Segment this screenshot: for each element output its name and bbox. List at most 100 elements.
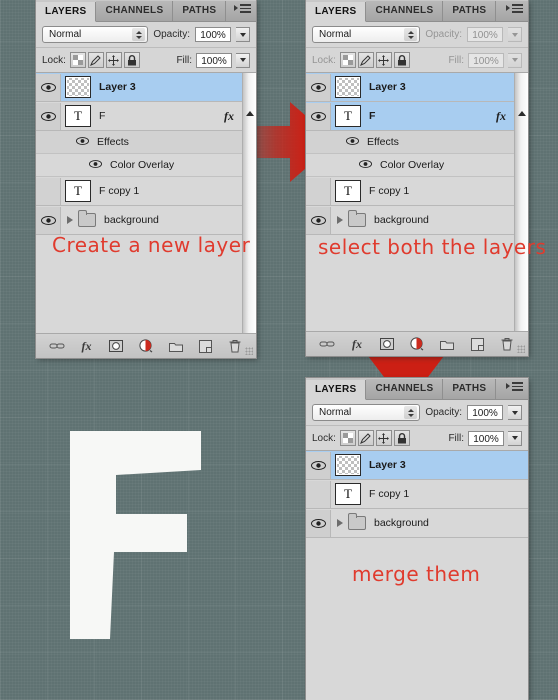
resize-grip[interactable] (517, 345, 525, 353)
eye-icon[interactable] (89, 159, 102, 171)
effects-label: Effects (367, 136, 399, 148)
tab-channels[interactable]: CHANNELS (96, 1, 174, 21)
eye-icon[interactable] (306, 206, 331, 234)
lock-all-icon[interactable] (123, 52, 140, 68)
layer-list[interactable]: Layer 3 T F fx Effects Color Overlay T F… (306, 73, 528, 331)
effects-group-row[interactable]: Effects (36, 131, 256, 154)
fill-input[interactable]: 100% (468, 52, 504, 68)
tab-paths[interactable]: PATHS (443, 379, 497, 399)
lock-position-icon[interactable] (375, 430, 392, 446)
layer-row-background[interactable]: background (306, 206, 528, 235)
lock-position-icon[interactable] (375, 52, 392, 68)
layer-mask-icon[interactable] (378, 335, 396, 353)
fill-dropdown-button[interactable] (236, 52, 250, 68)
new-layer-icon[interactable] (196, 337, 214, 355)
lock-all-icon[interactable] (393, 52, 410, 68)
tab-paths[interactable]: PATHS (443, 1, 497, 21)
layer-row-layer3[interactable]: Layer 3 (36, 73, 256, 102)
eye-icon[interactable] (359, 159, 372, 171)
eye-icon[interactable] (306, 102, 331, 130)
resize-grip[interactable] (245, 347, 253, 355)
fill-input[interactable]: 100% (196, 52, 232, 68)
disclosure-triangle-icon[interactable] (337, 519, 343, 527)
tab-layers[interactable]: LAYERS (306, 2, 367, 22)
lock-position-icon[interactable] (105, 52, 122, 68)
layer-row-fcopy1[interactable]: T F copy 1 (306, 480, 528, 509)
effect-row-color-overlay[interactable]: Color Overlay (306, 154, 528, 177)
blend-mode-select[interactable]: Normal (312, 404, 421, 421)
opacity-input[interactable]: 100% (467, 27, 503, 42)
delete-layer-icon[interactable] (226, 337, 244, 355)
eye-icon[interactable] (36, 206, 61, 234)
layers-panel-2[interactable]: LAYERS CHANNELS PATHS Normal Opacity: 10… (306, 0, 528, 356)
layers-panel-1[interactable]: LAYERS CHANNELS PATHS Normal Opacity: 10… (36, 0, 256, 358)
lock-transparency-icon[interactable] (339, 52, 356, 68)
eye-icon-hidden[interactable] (306, 177, 331, 205)
link-layers-icon[interactable] (318, 335, 336, 353)
layer-row-layer3[interactable]: Layer 3 (306, 451, 528, 480)
eye-icon[interactable] (306, 509, 331, 537)
delete-layer-icon[interactable] (498, 335, 516, 353)
lock-transparency-icon[interactable] (339, 430, 356, 446)
eye-icon[interactable] (36, 73, 61, 101)
layers-panel-3[interactable]: LAYERS CHANNELS PATHS Normal Opacity: 10… (306, 378, 528, 700)
layer-row-background[interactable]: background (36, 206, 256, 235)
opacity-input[interactable]: 100% (467, 405, 503, 420)
vertical-scrollbar[interactable] (242, 73, 256, 333)
eye-icon[interactable] (36, 102, 61, 130)
layer-list[interactable]: Layer 3 T F fx Effects Color Overlay T F… (36, 73, 256, 333)
layer-style-fx-icon[interactable]: fx (78, 337, 96, 355)
disclosure-triangle-icon[interactable] (67, 216, 73, 224)
layer-style-indicator[interactable]: fx (224, 109, 234, 124)
effects-group-row[interactable]: Effects (306, 131, 528, 154)
layer-row-f[interactable]: T F fx (36, 102, 256, 131)
eye-icon[interactable] (306, 73, 331, 101)
fill-input[interactable]: 100% (468, 430, 504, 446)
lock-transparency-icon[interactable] (69, 52, 86, 68)
tab-layers[interactable]: LAYERS (36, 2, 97, 22)
tab-channels[interactable]: CHANNELS (366, 1, 444, 21)
opacity-input[interactable]: 100% (195, 27, 231, 42)
lock-image-icon[interactable] (357, 52, 374, 68)
lock-image-icon[interactable] (357, 430, 374, 446)
layer-style-fx-icon[interactable]: fx (348, 335, 366, 353)
fill-dropdown-button[interactable] (508, 430, 522, 446)
panel-menu-button[interactable] (506, 382, 523, 391)
eye-icon-hidden[interactable] (36, 177, 61, 205)
opacity-dropdown-button[interactable] (236, 27, 250, 42)
blend-mode-select[interactable]: Normal (42, 26, 149, 43)
layer-row-f[interactable]: T F fx (306, 102, 528, 131)
layer-row-fcopy1[interactable]: T F copy 1 (36, 177, 256, 206)
lock-image-icon[interactable] (87, 52, 104, 68)
tab-layers[interactable]: LAYERS (306, 380, 367, 400)
panel-menu-button[interactable] (506, 4, 523, 13)
panel-menu-button[interactable] (234, 4, 251, 13)
blend-mode-select[interactable]: Normal (312, 26, 421, 43)
eye-icon-hidden[interactable] (306, 480, 331, 508)
link-layers-icon[interactable] (48, 337, 66, 355)
eye-icon[interactable] (346, 136, 359, 148)
lock-all-icon[interactable] (393, 430, 410, 446)
tab-paths[interactable]: PATHS (173, 1, 227, 21)
layer-mask-icon[interactable] (107, 337, 125, 355)
opacity-dropdown-button[interactable] (508, 405, 522, 420)
effect-row-color-overlay[interactable]: Color Overlay (36, 154, 256, 177)
layer-row-background[interactable]: background (306, 509, 528, 538)
eye-icon[interactable] (76, 136, 89, 148)
layer-style-indicator[interactable]: fx (496, 109, 506, 124)
adjustment-layer-icon[interactable] (137, 337, 155, 355)
new-group-icon[interactable] (438, 335, 456, 353)
layer-row-fcopy1[interactable]: T F copy 1 (306, 177, 528, 206)
new-layer-icon[interactable] (468, 335, 486, 353)
eye-icon[interactable] (306, 451, 331, 479)
scroll-up-icon[interactable] (518, 111, 526, 116)
vertical-scrollbar[interactable] (514, 73, 528, 331)
tab-channels[interactable]: CHANNELS (366, 379, 444, 399)
disclosure-triangle-icon[interactable] (337, 216, 343, 224)
fill-dropdown-button[interactable] (508, 52, 522, 68)
opacity-dropdown-button[interactable] (508, 27, 522, 42)
scroll-up-icon[interactable] (246, 111, 254, 116)
adjustment-layer-icon[interactable] (408, 335, 426, 353)
layer-row-layer3[interactable]: Layer 3 (306, 73, 528, 102)
new-group-icon[interactable] (167, 337, 185, 355)
